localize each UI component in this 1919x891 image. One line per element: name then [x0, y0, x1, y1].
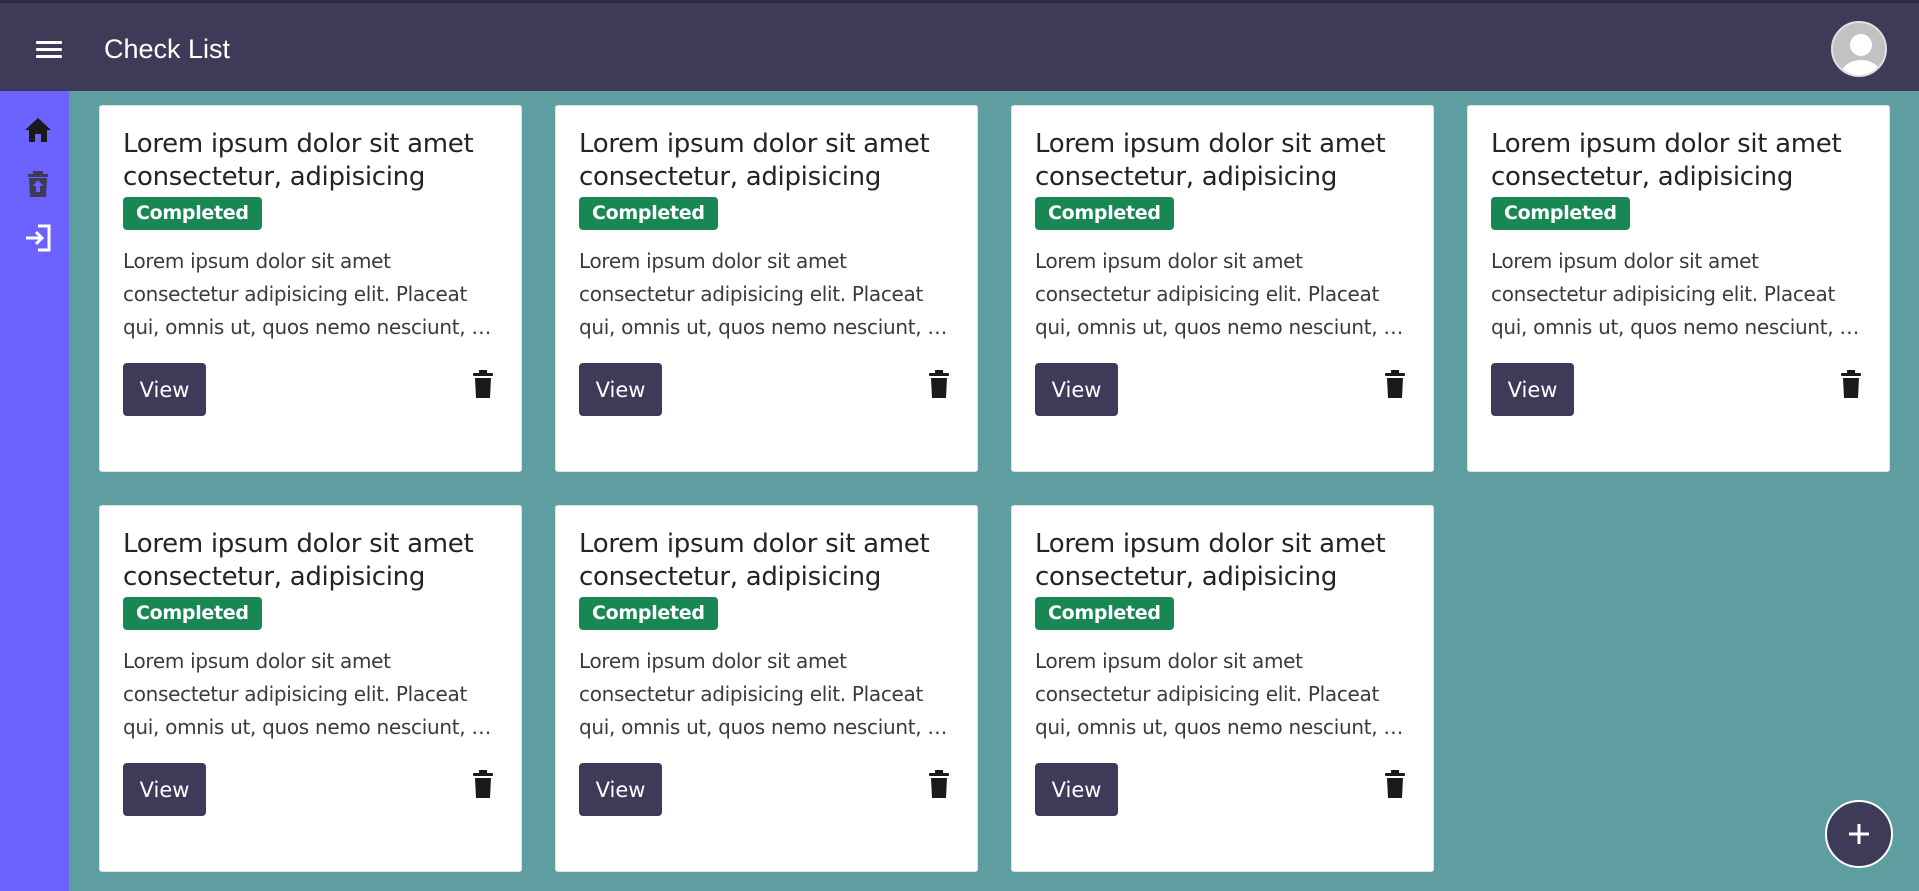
trash-icon[interactable]: [472, 769, 494, 799]
status-badge: Completed: [1491, 197, 1630, 230]
task-card: Lorem ipsum dolor sit amet consectetur, …: [555, 105, 978, 472]
task-card: Lorem ipsum dolor sit amet consectetur, …: [1467, 105, 1890, 472]
trash-icon[interactable]: [1840, 369, 1862, 399]
card-description-line: consectetur adipisicing elit. Placeat: [1491, 282, 1836, 306]
card-description-line: Lorem ipsum dolor sit amet: [123, 649, 391, 673]
trash-icon[interactable]: [928, 769, 950, 799]
card-description-line: Lorem ipsum dolor sit amet: [1035, 649, 1303, 673]
card-description-line: Lorem ipsum dolor sit amet: [579, 249, 847, 273]
view-button[interactable]: View: [123, 763, 206, 816]
view-button[interactable]: View: [579, 763, 662, 816]
card-description-line: Lorem ipsum dolor sit amet: [123, 249, 391, 273]
sidebar: [0, 91, 69, 891]
card-description: Lorem ipsum dolor sit amet consectetur ad…: [1035, 245, 1410, 344]
task-card: Lorem ipsum dolor sit amet consectetur, …: [1011, 105, 1434, 472]
card-description-line: Lorem ipsum dolor sit amet: [579, 649, 847, 673]
card-description-line: Lorem ipsum dolor sit amet: [1035, 249, 1303, 273]
card-description-line: qui, omnis ut, quos nemo nesciunt, e...: [1035, 315, 1410, 339]
card-description-line: qui, omnis ut, quos nemo nesciunt, e...: [579, 315, 954, 339]
card-title: Lorem ipsum dolor sit amet consectetur, …: [1035, 129, 1386, 192]
add-task-button[interactable]: [1825, 800, 1893, 868]
status-badge: Completed: [579, 197, 718, 230]
card-description-line: consectetur adipisicing elit. Placeat: [579, 282, 924, 306]
card-description: Lorem ipsum dolor sit amet consectetur ad…: [1491, 245, 1866, 344]
trash-icon[interactable]: [472, 369, 494, 399]
task-card: Lorem ipsum dolor sit amet consectetur, …: [555, 505, 978, 872]
task-card: Lorem ipsum dolor sit amet consectetur, …: [99, 105, 522, 472]
plus-icon: [1849, 824, 1869, 844]
user-avatar-icon[interactable]: [1831, 21, 1887, 77]
task-card: Lorem ipsum dolor sit amet consectetur, …: [99, 505, 522, 872]
card-description-line: Lorem ipsum dolor sit amet: [1491, 249, 1759, 273]
hamburger-menu-icon[interactable]: [36, 38, 64, 60]
card-description: Lorem ipsum dolor sit amet consectetur ad…: [123, 645, 498, 744]
status-badge: Completed: [579, 597, 718, 630]
card-description: Lorem ipsum dolor sit amet consectetur ad…: [123, 245, 498, 344]
trash-icon[interactable]: [1384, 369, 1406, 399]
app-title: Check List: [104, 34, 231, 64]
trash-restore-icon[interactable]: [22, 168, 54, 200]
status-badge: Completed: [1035, 597, 1174, 630]
card-description-line: consectetur adipisicing elit. Placeat: [123, 282, 468, 306]
view-button[interactable]: View: [1035, 763, 1118, 816]
view-button[interactable]: View: [1491, 363, 1574, 416]
card-title: Lorem ipsum dolor sit amet consectetur, …: [579, 129, 930, 192]
view-button[interactable]: View: [579, 363, 662, 416]
status-badge: Completed: [1035, 197, 1174, 230]
trash-icon[interactable]: [1384, 769, 1406, 799]
card-description-line: consectetur adipisicing elit. Placeat: [579, 682, 924, 706]
task-card: Lorem ipsum dolor sit amet consectetur, …: [1011, 505, 1434, 872]
card-description-line: consectetur adipisicing elit. Placeat: [1035, 282, 1380, 306]
card-description-line: qui, omnis ut, quos nemo nesciunt, e...: [1035, 715, 1410, 739]
card-description-line: consectetur adipisicing elit. Placeat: [1035, 682, 1380, 706]
home-icon[interactable]: [22, 114, 54, 146]
card-title: Lorem ipsum dolor sit amet consectetur, …: [123, 529, 474, 592]
card-title: Lorem ipsum dolor sit amet consectetur, …: [579, 529, 930, 592]
card-description-line: consectetur adipisicing elit. Placeat: [123, 682, 468, 706]
view-button[interactable]: View: [123, 363, 206, 416]
card-description-line: qui, omnis ut, quos nemo nesciunt, e...: [1491, 315, 1866, 339]
status-badge: Completed: [123, 597, 262, 630]
card-title: Lorem ipsum dolor sit amet consectetur, …: [1035, 529, 1386, 592]
status-badge: Completed: [123, 197, 262, 230]
card-title: Lorem ipsum dolor sit amet consectetur, …: [123, 129, 474, 192]
top-app-bar: Check List: [0, 0, 1919, 91]
view-button[interactable]: View: [1035, 363, 1118, 416]
trash-icon[interactable]: [928, 369, 950, 399]
logout-icon[interactable]: [22, 222, 54, 254]
card-description: Lorem ipsum dolor sit amet consectetur ad…: [579, 245, 954, 344]
card-description-line: qui, omnis ut, quos nemo nesciunt, e...: [123, 315, 498, 339]
card-description: Lorem ipsum dolor sit amet consectetur ad…: [579, 645, 954, 744]
card-title: Lorem ipsum dolor sit amet consectetur, …: [1491, 129, 1842, 192]
card-description-line: qui, omnis ut, quos nemo nesciunt, e...: [579, 715, 954, 739]
card-description: Lorem ipsum dolor sit amet consectetur ad…: [1035, 645, 1410, 744]
card-description-line: qui, omnis ut, quos nemo nesciunt, e...: [123, 715, 498, 739]
